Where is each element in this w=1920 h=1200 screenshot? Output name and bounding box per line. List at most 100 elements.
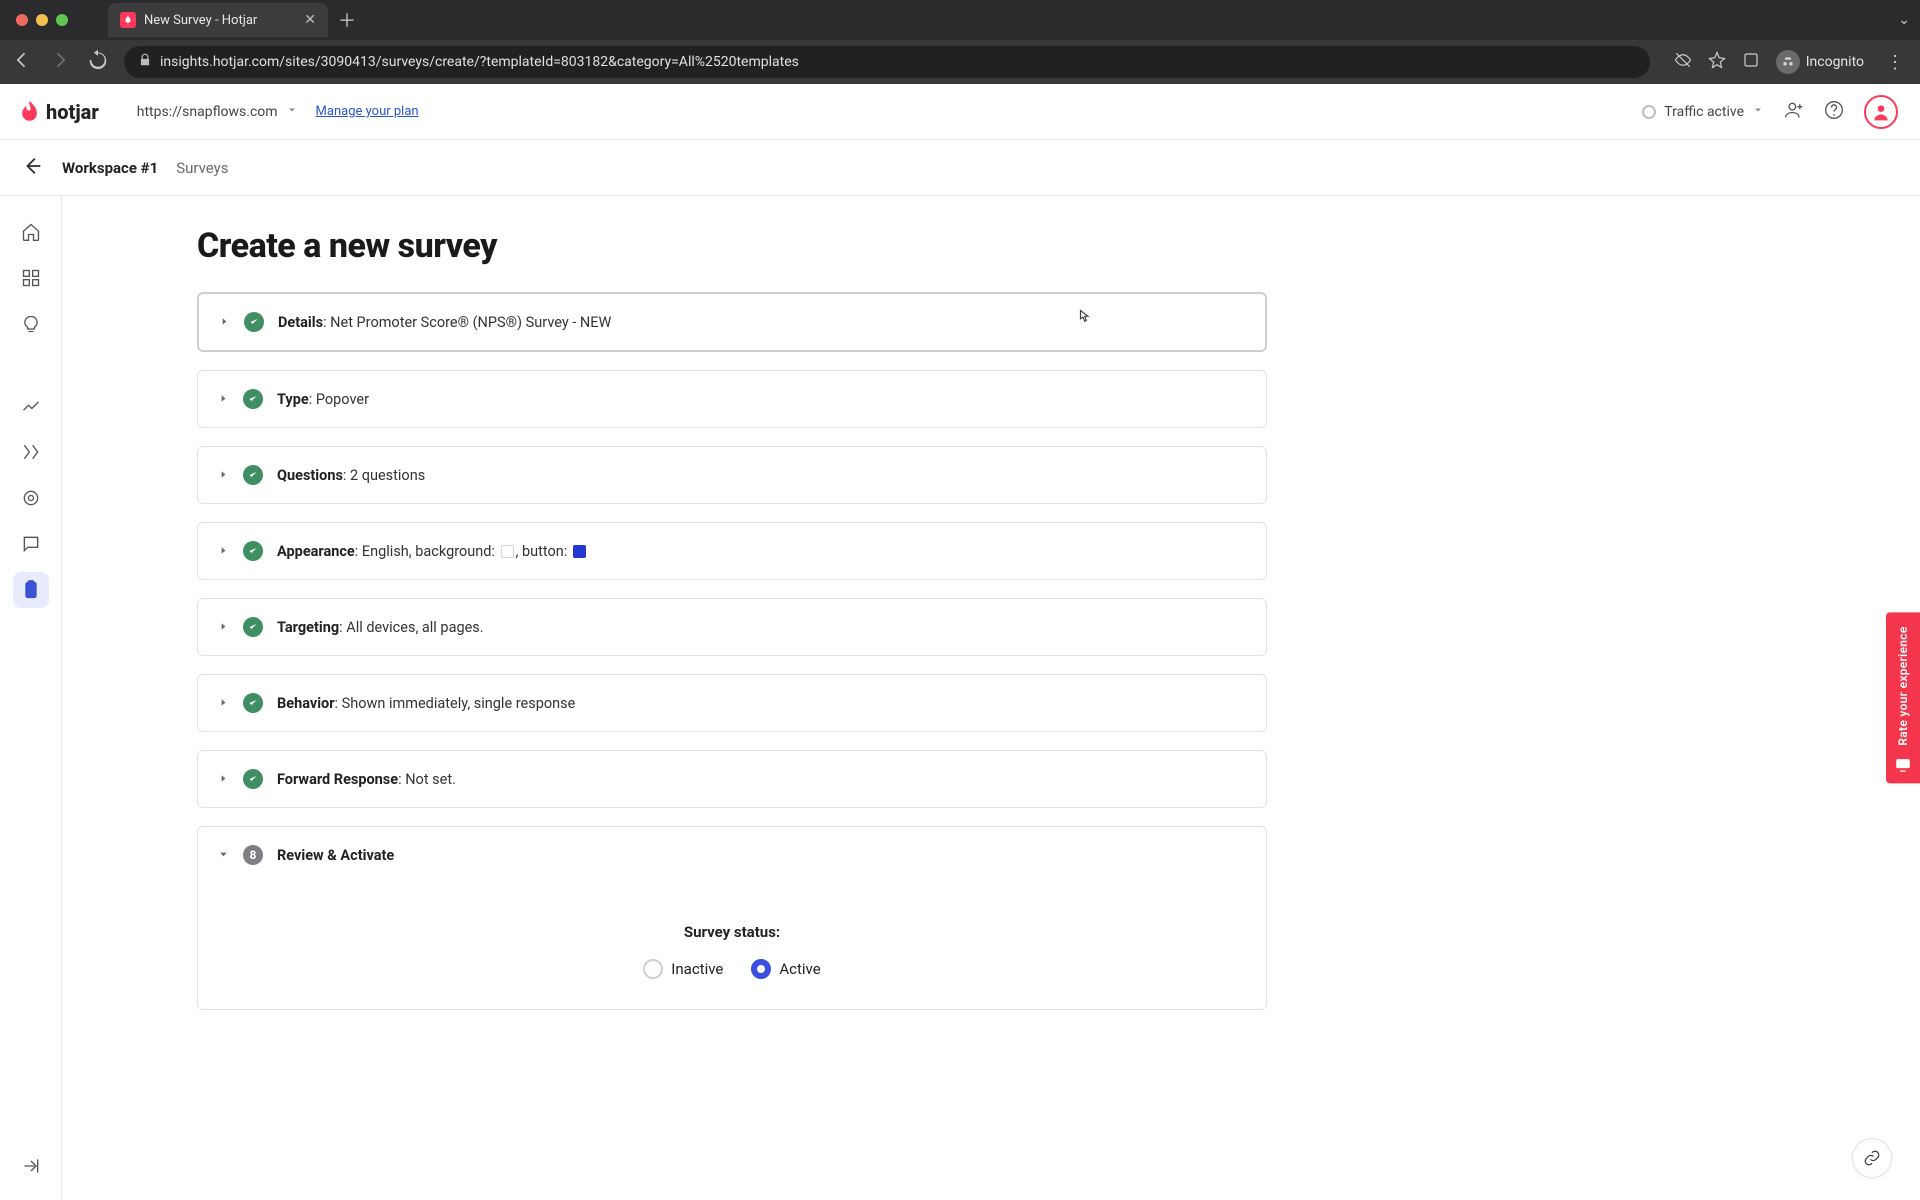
- chevron-down-icon: [286, 104, 298, 120]
- back-button[interactable]: [22, 155, 44, 181]
- window-zoom-icon[interactable]: [56, 14, 68, 26]
- radio-inactive[interactable]: Inactive: [643, 959, 723, 979]
- breadcrumb-section[interactable]: Surveys: [176, 159, 228, 177]
- button-color-swatch: [573, 545, 586, 558]
- extensions-icon[interactable]: [1742, 51, 1760, 73]
- check-icon: [244, 312, 264, 332]
- chevron-right-icon: [218, 619, 229, 636]
- step-label: Forward Response: [277, 771, 398, 788]
- chevron-right-icon: [218, 695, 229, 712]
- address-url: insights.hotjar.com/sites/3090413/survey…: [160, 54, 799, 70]
- manage-plan-link[interactable]: Manage your plan: [316, 104, 419, 119]
- step-label: Questions: [277, 467, 343, 484]
- incognito-icon: [1776, 50, 1800, 74]
- bookmark-star-icon[interactable]: [1708, 51, 1726, 73]
- invite-user-button[interactable]: [1784, 100, 1804, 124]
- page-title: Create a new survey: [197, 226, 1267, 266]
- help-button[interactable]: [1824, 100, 1844, 124]
- step-value: : 2 questions: [343, 467, 425, 484]
- window-minimize-icon[interactable]: [36, 14, 48, 26]
- check-icon: [243, 617, 263, 637]
- radio-active[interactable]: Active: [751, 959, 820, 979]
- chevron-down-icon: [218, 847, 229, 864]
- hotjar-flame-icon: [22, 101, 40, 123]
- chevron-down-icon: [1752, 104, 1764, 120]
- browser-toolbar: insights.hotjar.com/sites/3090413/survey…: [0, 40, 1920, 84]
- radio-icon: [643, 959, 663, 979]
- browser-tab[interactable]: New Survey - Hotjar ✕: [108, 3, 328, 37]
- step-behavior[interactable]: Behavior: Shown immediately, single resp…: [197, 674, 1267, 732]
- feedback-side-tab[interactable]: Rate your experience: [1886, 612, 1920, 783]
- site-label: https://snapflows.com: [137, 104, 278, 120]
- nav-collapse[interactable]: [21, 1156, 41, 1180]
- nav-heatmaps[interactable]: [13, 480, 49, 516]
- step-targeting[interactable]: Targeting: All devices, all pages.: [197, 598, 1267, 656]
- step-type[interactable]: Type: Popover: [197, 370, 1267, 428]
- nav-forward-button: [48, 50, 72, 74]
- new-tab-button[interactable]: ＋: [338, 7, 356, 33]
- breadcrumb-workspace[interactable]: Workspace #1: [62, 159, 158, 177]
- left-nav: [0, 196, 62, 1200]
- nav-reload-button[interactable]: [86, 50, 110, 74]
- address-bar[interactable]: insights.hotjar.com/sites/3090413/survey…: [124, 46, 1650, 78]
- nav-trends[interactable]: [13, 388, 49, 424]
- step-label: Appearance: [277, 543, 355, 560]
- step-forward-response[interactable]: Forward Response: Not set.: [197, 750, 1267, 808]
- nav-feedback[interactable]: [13, 526, 49, 562]
- survey-status-heading: Survey status:: [218, 923, 1246, 941]
- lock-icon: [138, 53, 152, 71]
- browser-tabstrip: New Survey - Hotjar ✕ ＋ ⌄: [0, 0, 1920, 40]
- nav-dashboards[interactable]: [13, 260, 49, 296]
- step-details[interactable]: Details: Net Promoter Score® (NPS®) Surv…: [197, 292, 1267, 352]
- eye-off-icon[interactable]: [1674, 51, 1692, 73]
- traffic-dot-icon: [1642, 105, 1656, 119]
- traffic-status[interactable]: Traffic active: [1642, 104, 1764, 120]
- step-label: Targeting: [277, 619, 339, 636]
- chevron-right-icon: [218, 467, 229, 484]
- check-icon: [243, 693, 263, 713]
- browser-menu-icon[interactable]: ⋮: [1886, 52, 1904, 73]
- bg-color-swatch: [501, 545, 514, 558]
- breadcrumb: Workspace #1 Surveys: [62, 159, 228, 177]
- traffic-label: Traffic active: [1664, 104, 1744, 120]
- nav-home[interactable]: [13, 214, 49, 250]
- app-topbar: hotjar https://snapflows.com Manage your…: [0, 84, 1920, 140]
- radio-label: Inactive: [671, 960, 723, 978]
- review-header[interactable]: 8 Review & Activate: [198, 827, 1266, 883]
- step-value: : All devices, all pages.: [339, 619, 483, 636]
- tab-close-icon[interactable]: ✕: [304, 13, 316, 27]
- step-value: : Shown immediately, single response: [335, 695, 576, 712]
- cursor-pointer-icon: [1073, 308, 1093, 332]
- tabstrip-expand-icon[interactable]: ⌄: [1898, 12, 1910, 28]
- step-questions[interactable]: Questions: 2 questions: [197, 446, 1267, 504]
- share-link-fab[interactable]: [1852, 1138, 1892, 1178]
- breadcrumb-bar: Workspace #1 Surveys: [0, 140, 1920, 196]
- nav-back-button[interactable]: [10, 50, 34, 74]
- radio-icon: [751, 959, 771, 979]
- check-icon: [243, 465, 263, 485]
- tab-title: New Survey - Hotjar: [144, 13, 257, 28]
- step-value: : Popover: [309, 391, 369, 408]
- nav-recordings[interactable]: [13, 434, 49, 470]
- chevron-right-icon: [218, 391, 229, 408]
- site-selector[interactable]: https://snapflows.com: [137, 104, 298, 120]
- window-close-icon[interactable]: [16, 14, 28, 26]
- step-appearance[interactable]: Appearance: English, background: , butto…: [197, 522, 1267, 580]
- step-value: : Not set.: [398, 771, 456, 788]
- step-label: Review & Activate: [277, 847, 394, 864]
- chevron-right-icon: [218, 543, 229, 560]
- user-avatar[interactable]: [1864, 95, 1898, 129]
- check-icon: [243, 389, 263, 409]
- survey-status-radio-group: Inactive Active: [218, 959, 1246, 979]
- incognito-indicator[interactable]: Incognito: [1776, 50, 1864, 74]
- check-icon: [243, 541, 263, 561]
- window-controls: [16, 14, 68, 26]
- appearance-mid: , button:: [516, 543, 571, 560]
- nav-highlights[interactable]: [13, 306, 49, 342]
- hotjar-logo[interactable]: hotjar: [22, 100, 99, 124]
- nav-surveys[interactable]: [13, 572, 49, 608]
- step-review-activate: 8 Review & Activate Survey status: Inact…: [197, 826, 1267, 1010]
- step-label: Type: [277, 391, 309, 408]
- logo-text: hotjar: [46, 100, 99, 124]
- incognito-label: Incognito: [1806, 54, 1864, 70]
